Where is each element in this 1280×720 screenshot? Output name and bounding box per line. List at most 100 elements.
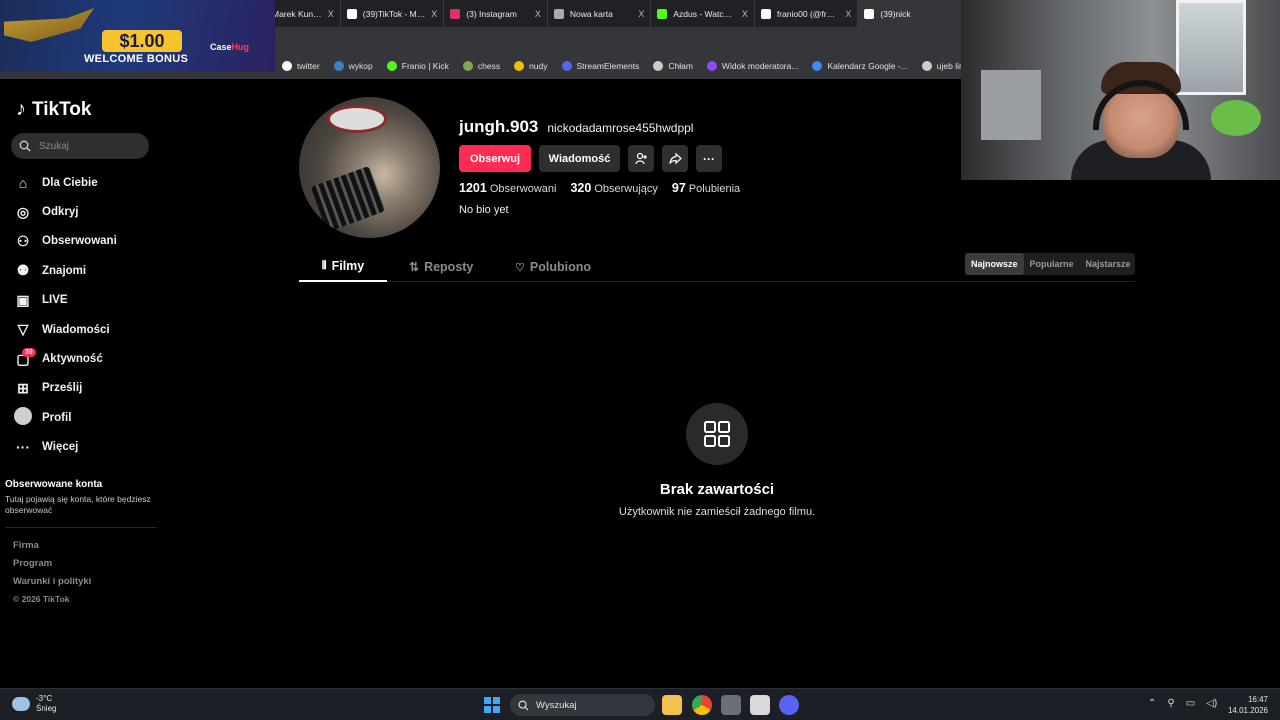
bookmark-item[interactable]: ujeb link [921,61,962,71]
sidebar-item[interactable]: ◎ Odkryj [14,197,164,226]
following-label: Obserwowani [489,183,557,195]
sidebar-item[interactable]: ⚉ Znajomi [14,256,164,285]
footer-link-terms[interactable]: Warunki i polityki [13,576,91,594]
bookmark-label: nudy [529,61,548,71]
live-icon: ▣ [16,291,30,308]
browser-tab[interactable]: franio00 (@franio X [755,0,859,27]
sidebar-divider [5,527,157,528]
chrome-icon[interactable] [692,695,712,715]
browser-tab[interactable]: Nowa karta X [548,0,652,27]
tiktok-logo[interactable]: ♪ TikTok [16,98,91,121]
tab-close-icon[interactable]: X [742,9,748,19]
tab-liked[interactable]: ♡ Polubiono [515,252,591,282]
bookmark-item[interactable]: nudy [514,61,548,71]
repost-icon: ⇅ [409,260,420,274]
bookmark-favicon-icon [514,61,525,71]
sidebar-item[interactable]: ⊞ Prześlij [14,374,164,403]
tab-close-icon[interactable]: X [638,9,644,19]
share-button[interactable] [662,145,688,172]
taskbar-search[interactable]: Wyszukaj [510,694,655,716]
cloud-snow-icon [12,697,30,711]
tiktok-note-icon: ♪ [16,98,26,120]
taskbar-clock[interactable]: 16:47 14.01.2026 [1226,694,1268,716]
bookmark-item[interactable]: Franio | Kick [386,61,449,71]
file-explorer-icon[interactable] [662,695,682,715]
profile-username: jungh.903 [459,117,539,136]
bookmark-favicon-icon [282,61,292,71]
browser-tab[interactable]: (39)nick [858,0,962,27]
empty-state-subtitle: Użytkownik nie zamieścił żadnego filmu. [618,506,816,518]
sort-newest[interactable]: Najnowsze [965,253,1024,275]
tab-favicon-icon [553,8,564,19]
tab-reposts-label: Reposty [424,260,474,274]
bookmark-item[interactable]: chess [462,61,500,71]
liked-heart-icon: ♡ [515,261,525,274]
tab-close-icon[interactable]: X [535,9,541,19]
browser-tab[interactable]: (3) Instagram X [444,0,548,27]
tab-favicon-icon [760,8,771,19]
tab-videos-label: Filmy [331,259,365,273]
sidebar-item[interactable]: ⌂ Dla Ciebie [14,168,164,197]
sidebar-item[interactable]: ▽ Wiadomości [14,315,164,344]
casehug-ad-banner[interactable]: $1.00 WELCOME BONUS CaseHug [0,0,275,72]
tab-title: (39)TikTok - Make [362,8,426,19]
bookmark-item[interactable]: StreamElements [561,61,639,71]
bookmark-favicon-icon [386,61,397,71]
search-input[interactable]: Szukaj [11,133,149,159]
ad-brand-part: Case [210,42,232,52]
bookmark-item[interactable]: Kalendarz Google -... [812,61,908,71]
bookmark-label: wykop [348,61,373,71]
sidebar-item[interactable]: ▢ Aktywność 39 [14,344,164,373]
tab-title: (39)nick [880,8,911,19]
profile-icon [14,407,32,428]
bookmark-item[interactable]: Chłam [653,61,693,71]
suggested-accounts-button[interactable] [628,145,654,172]
videos-grid-icon: ⦀ [321,259,327,272]
stat-likes: 97 Polubienia [672,181,740,195]
microphone-icon[interactable]: ⚲ [1167,698,1174,709]
bookmark-item[interactable]: twitter [282,61,320,71]
bookmark-favicon-icon [706,61,717,71]
more-icon: ··· [16,439,30,456]
add-friend-icon [634,152,647,165]
profile-avatar[interactable] [299,97,440,238]
browser-tab[interactable]: (39)TikTok - Make X [341,0,445,27]
sidebar-item[interactable]: ▣ LIVE [14,286,164,315]
bookmark-label: twitter [297,61,320,71]
footer-link-company[interactable]: Firma [13,540,91,558]
sidebar-item-label: Aktywność [42,353,103,366]
app-icon[interactable] [721,695,741,715]
tab-favicon-icon [657,8,668,19]
footer-link-program[interactable]: Program [13,558,91,576]
tab-close-icon[interactable]: X [431,9,437,19]
tab-reposts[interactable]: ⇅ Reposty [409,252,473,282]
bookmark-item[interactable]: wykop [333,61,373,71]
friends-icon: ⚉ [16,262,30,279]
stat-following[interactable]: 1201 Obserwowani [459,181,556,195]
sidebar-item[interactable]: ··· Więcej [14,433,164,462]
tab-videos[interactable]: ⦀ Filmy [299,252,387,282]
sidebar-item[interactable]: Profil [14,403,164,432]
tab-close-icon[interactable]: X [845,9,851,19]
message-button[interactable]: Wiadomość [539,145,620,172]
bookmark-item[interactable]: Widok moderatora... [706,61,798,71]
network-icon[interactable]: ▭ [1186,698,1195,709]
browser-tab[interactable]: Azdus - Watch cli X [651,0,755,27]
chevron-up-icon[interactable]: ⌃ [1148,698,1156,709]
more-options-button[interactable]: ··· [696,145,722,172]
windows-start-icon[interactable] [484,697,500,713]
sort-oldest[interactable]: Najstarsze [1080,253,1137,275]
sidebar-item-label: Znajomi [42,264,87,277]
followers-label: Obserwujący [594,183,658,195]
tab-liked-label: Polubiono [529,260,591,274]
sort-popular[interactable]: Popularne [1024,253,1080,275]
upload-icon: ⊞ [17,379,29,396]
follow-button[interactable]: Obserwuj [459,145,531,172]
volume-icon[interactable]: ◁) [1206,698,1217,709]
app-icon[interactable] [750,695,770,715]
discord-icon[interactable] [779,695,799,715]
stat-followers[interactable]: 320 Obserwujący [570,181,657,195]
sidebar-item[interactable]: ⚇ Obserwowani [14,227,164,256]
tab-close-icon[interactable]: X [328,9,334,19]
weather-widget[interactable]: -3°C Śnieg [12,694,56,714]
